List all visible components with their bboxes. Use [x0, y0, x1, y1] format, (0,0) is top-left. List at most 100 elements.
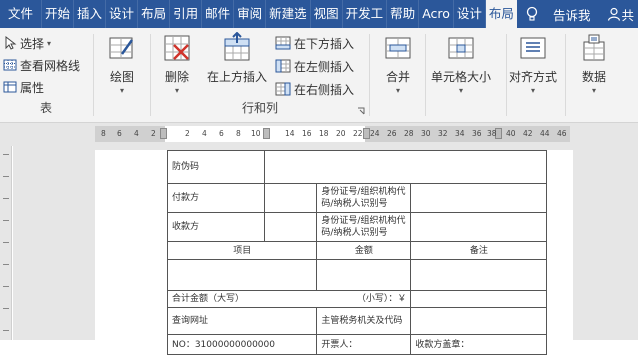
tab-developer[interactable]: 开发工	[343, 0, 388, 28]
cell-payee-id-label[interactable]: 身份证号/组织机构代码/纳税人识别号	[316, 212, 412, 242]
data-button[interactable]: 数据 ▾	[578, 32, 610, 95]
ruler-number: 42	[523, 129, 533, 138]
properties-button[interactable]: 属性	[3, 76, 44, 98]
group-table: 选择 ▾ 查看网格线 属性 表	[0, 28, 92, 118]
invoice-table[interactable]: 防伪码 付款方 身份证号/组织机构代码/纳税人识别号 收款方 身份证号/组织机构…	[166, 150, 548, 355]
share-button[interactable]: 共	[607, 5, 638, 24]
delete-button[interactable]: 删除 ▾	[161, 32, 193, 95]
group-draw: 绘图 ▾	[94, 28, 150, 118]
ruler-number: 2	[185, 129, 190, 138]
cell-size-button[interactable]: 单元格大小 ▾	[431, 32, 491, 95]
cell-anti-forgery-label[interactable]: 防伪码	[167, 150, 265, 184]
small-label: （小写）：￥	[356, 294, 407, 304]
ruler-tick	[3, 176, 9, 177]
ruler-number: 8	[101, 129, 106, 138]
cursor-arrow-icon	[5, 36, 17, 50]
insert-left-label: 在左侧插入	[294, 59, 355, 74]
ruler-number: 32	[438, 129, 448, 138]
draw-button[interactable]: 绘图 ▾	[106, 32, 138, 95]
insert-below-button[interactable]: 在下方插入	[275, 32, 354, 54]
select-button[interactable]: 选择 ▾	[3, 32, 51, 54]
ruler-tick	[3, 242, 9, 243]
column-marker[interactable]	[363, 128, 370, 139]
tab-design[interactable]: 设计	[106, 0, 139, 28]
cell-total-extra[interactable]	[410, 290, 548, 308]
tab-table-design[interactable]: 设计	[454, 0, 486, 28]
cell-number[interactable]: NO：31000000000000	[166, 334, 318, 355]
cell-payer-id-label[interactable]: 身份证号/组织机构代码/纳税人识别号	[316, 183, 412, 213]
cell-tax-office-label[interactable]: 主管税务机关及代码	[316, 307, 412, 335]
tab-references[interactable]: 引用	[170, 0, 203, 28]
header-amount[interactable]: 金额	[316, 241, 412, 260]
cell-item-value[interactable]	[166, 259, 318, 291]
view-gridlines-label: 查看网格线	[20, 58, 81, 73]
cell-payer-name[interactable]	[263, 183, 318, 213]
cell-amount-value[interactable]	[316, 259, 412, 291]
ruler-number: 44	[540, 129, 550, 138]
group-rows-columns: 删除 ▾ 在上方插入 在下方插入 在左侧插入 在右侧插入 行和列	[151, 28, 369, 118]
alignment-label: 对齐方式	[509, 70, 558, 84]
header-item[interactable]: 项目	[166, 241, 318, 260]
dialog-launcher-icon[interactable]	[357, 107, 365, 115]
chevron-down-icon: ▾	[395, 86, 400, 95]
ruler-number: 2	[151, 129, 156, 138]
insert-right-button[interactable]: 在右侧插入	[275, 78, 354, 100]
cell-payer-id-value[interactable]	[410, 183, 548, 213]
cell-issuer[interactable]: 开票人：	[316, 334, 412, 355]
tab-mailings[interactable]: 邮件	[202, 0, 235, 28]
cell-payer-label[interactable]: 付款方	[167, 183, 265, 213]
tab-help[interactable]: 帮助	[387, 0, 420, 28]
group-alignment: 对齐方式 ▾	[507, 28, 565, 118]
cell-payee-id-value[interactable]	[410, 212, 548, 242]
cell-payee-label[interactable]: 收款方	[167, 212, 265, 242]
insert-below-label: 在下方插入	[294, 36, 355, 51]
tab-file[interactable]: 文件	[0, 0, 43, 28]
cell-total[interactable]: 合计金额（大写） （小写）：￥	[166, 290, 412, 308]
ruler-tick	[3, 264, 9, 265]
cell-size-icon	[448, 37, 474, 59]
chevron-down-icon: ▾	[47, 39, 52, 48]
group-label-table: 表	[39, 101, 52, 115]
tab-acrobat[interactable]: Acro	[419, 0, 454, 28]
ruler-number: 4	[134, 129, 139, 138]
view-gridlines-button[interactable]: 查看网格线	[3, 54, 80, 76]
vertical-ruler[interactable]	[0, 146, 12, 340]
delete-label: 删除	[164, 70, 189, 84]
cell-query-url-label[interactable]: 查询网址	[166, 307, 318, 335]
properties-icon	[3, 81, 17, 93]
tab-table-layout[interactable]: 布局	[485, 0, 517, 28]
tell-me-box[interactable]: 告诉我	[525, 5, 590, 24]
chevron-down-icon: ▾	[591, 86, 596, 95]
merge-button[interactable]: 合并 ▾	[382, 32, 414, 95]
group-data: 数据 ▾	[566, 28, 621, 118]
ruler-number: 14	[285, 129, 295, 138]
cell-anti-forgery-value[interactable]	[263, 150, 548, 184]
group-cell-size: 单元格大小 ▾	[426, 28, 506, 118]
insert-right-label: 在右侧插入	[294, 82, 355, 97]
person-icon	[608, 7, 621, 21]
tab-home[interactable]: 开始	[42, 0, 75, 28]
group-label-rows-columns: 行和列	[241, 101, 278, 115]
ruler-tick	[3, 308, 9, 309]
ruler-number: 18	[319, 129, 329, 138]
insert-above-icon	[224, 32, 250, 61]
header-remark[interactable]: 备注	[410, 241, 548, 260]
horizontal-ruler[interactable]: 8 6 4 2 2 4 6 8 10 14 16 18 20 22 24 26 …	[0, 123, 638, 146]
cell-tax-office-value[interactable]	[410, 307, 548, 335]
insert-above-button[interactable]: 在上方插入	[207, 32, 267, 85]
cell-payee-name[interactable]	[263, 212, 318, 242]
chevron-down-icon: ▾	[459, 86, 464, 95]
tab-view[interactable]: 视图	[311, 0, 343, 28]
tab-layout[interactable]: 布局	[138, 0, 171, 28]
tab-insert[interactable]: 插入	[74, 0, 107, 28]
cell-remark-value[interactable]	[410, 259, 548, 291]
left-margin-marker[interactable]	[160, 128, 167, 139]
tab-review[interactable]: 审阅	[234, 0, 267, 28]
alignment-button[interactable]: 对齐方式 ▾	[509, 32, 557, 95]
chevron-down-icon: ▾	[531, 86, 536, 95]
total-label: 合计金额（大写）	[172, 294, 245, 304]
tab-new[interactable]: 新建选	[266, 0, 311, 28]
cell-payee-seal[interactable]: 收款方盖章：	[410, 334, 548, 355]
insert-left-button[interactable]: 在左侧插入	[275, 55, 354, 77]
column-marker[interactable]	[263, 128, 270, 139]
